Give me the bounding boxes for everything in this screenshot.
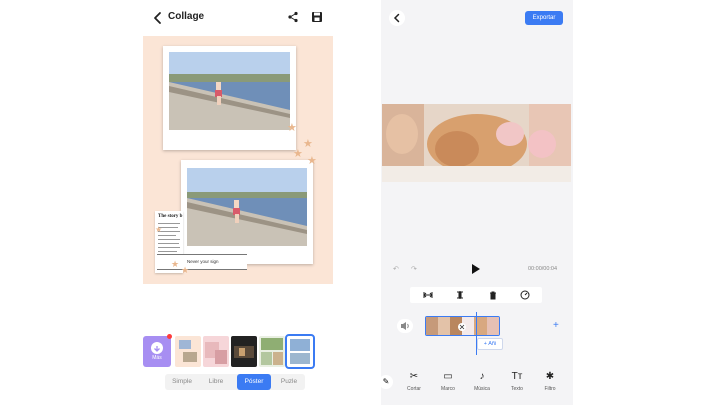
tab-simple[interactable]: Simple [165, 374, 199, 390]
clip-action-bar [410, 287, 542, 303]
star-sticker[interactable]: ★ [171, 260, 179, 269]
more-label: Más [152, 355, 162, 361]
star-sticker[interactable]: ★ [181, 266, 189, 275]
girl-on-wall-photo-2 [187, 168, 307, 246]
add-audio-button[interactable]: + Añi [477, 338, 503, 350]
photo-frame-bottom[interactable] [181, 160, 313, 264]
back-arrow-icon[interactable] [151, 10, 165, 26]
tape-text: Never your sign [187, 259, 219, 264]
bottom-toolbar: ✎ ✂ Cortar ▭ Marco ♪ Música Tт Texto ✱ F… [379, 366, 573, 405]
star-sticker[interactable]: ★ [307, 156, 317, 167]
editor-header: Exportar [381, 0, 573, 36]
mute-toggle[interactable] [397, 319, 413, 333]
delete-icon[interactable] [488, 290, 498, 300]
tool-cut[interactable]: ✂ Cortar [399, 371, 429, 392]
tab-poster[interactable]: Póster [237, 374, 271, 390]
frame-icon: ▭ [443, 371, 453, 382]
timecode: 00:00/00:04 [528, 266, 558, 272]
tool-filter[interactable]: ✱ Filtro [535, 371, 565, 392]
redo-icon[interactable]: ↷ [411, 265, 417, 273]
volume-icon [401, 322, 409, 330]
clip-thumbnails [426, 317, 499, 335]
page-title: Collage [168, 11, 205, 22]
sticker-icon: ✱ [545, 371, 555, 382]
tool-music[interactable]: ♪ Música [467, 371, 497, 392]
back-arrow-icon [393, 13, 400, 23]
scissors-icon: ✂ [409, 371, 419, 382]
undo-icon[interactable]: ↶ [393, 265, 399, 273]
template-thumbnail-selected[interactable] [285, 334, 315, 369]
magic-wand-icon[interactable]: ✎ [379, 375, 393, 389]
layout-mode-tabs: Simple Libre Póster Puzle [165, 374, 305, 390]
template-thumbnail[interactable] [175, 336, 201, 367]
tool-frame[interactable]: ▭ Marco [433, 371, 463, 392]
cat-video-frame [382, 104, 571, 182]
template-thumbnail[interactable] [231, 336, 257, 367]
trim-icon[interactable] [423, 290, 433, 300]
girl-on-wall-photo [169, 52, 290, 130]
star-sticker[interactable]: ★ [287, 123, 297, 134]
split-icon[interactable] [455, 290, 465, 300]
star-sticker[interactable]: ★ [293, 149, 303, 160]
back-button[interactable] [389, 10, 405, 26]
screenshot-root: Collage The story b Never your sign ★ ★ … [0, 0, 720, 405]
template-thumbnail[interactable] [259, 336, 285, 367]
collage-header: Collage [143, 0, 333, 36]
share-icon[interactable] [287, 11, 299, 23]
export-button[interactable]: Exportar [525, 11, 563, 25]
save-icon[interactable] [311, 11, 323, 23]
notification-dot [167, 334, 172, 339]
add-clip-icon[interactable]: + [553, 320, 559, 331]
collage-screen: Collage The story b Never your sign ★ ★ … [143, 0, 333, 405]
video-editor-screen: Exportar ↶ ↷ 00:00/00:04 + Añi + ✎ ✂ Cor… [379, 0, 573, 405]
newspaper-headline: The story b [158, 214, 183, 219]
template-thumbnail[interactable] [203, 336, 229, 367]
playback-bar: ↶ ↷ 00:00/00:04 [381, 258, 573, 280]
tool-text[interactable]: Tт Texto [502, 371, 532, 392]
star-sticker[interactable]: ★ [303, 139, 313, 150]
more-templates-button[interactable]: Más [143, 334, 172, 367]
timeline-clip[interactable] [425, 316, 500, 336]
photo-frame-top[interactable] [163, 46, 296, 150]
speed-icon[interactable] [520, 290, 530, 300]
tab-libre[interactable]: Libre [199, 374, 233, 390]
template-strip: Más [143, 334, 333, 369]
collage-canvas[interactable]: The story b Never your sign ★ ★ ★ ★ ★ ★ … [143, 36, 333, 284]
star-sticker[interactable]: ★ [155, 226, 162, 234]
download-icon [151, 342, 163, 354]
video-preview[interactable] [382, 104, 571, 182]
music-icon: ♪ [479, 371, 485, 382]
tab-puzle[interactable]: Puzle [273, 374, 305, 390]
text-icon: Tт [511, 371, 523, 382]
play-icon[interactable] [472, 264, 480, 274]
